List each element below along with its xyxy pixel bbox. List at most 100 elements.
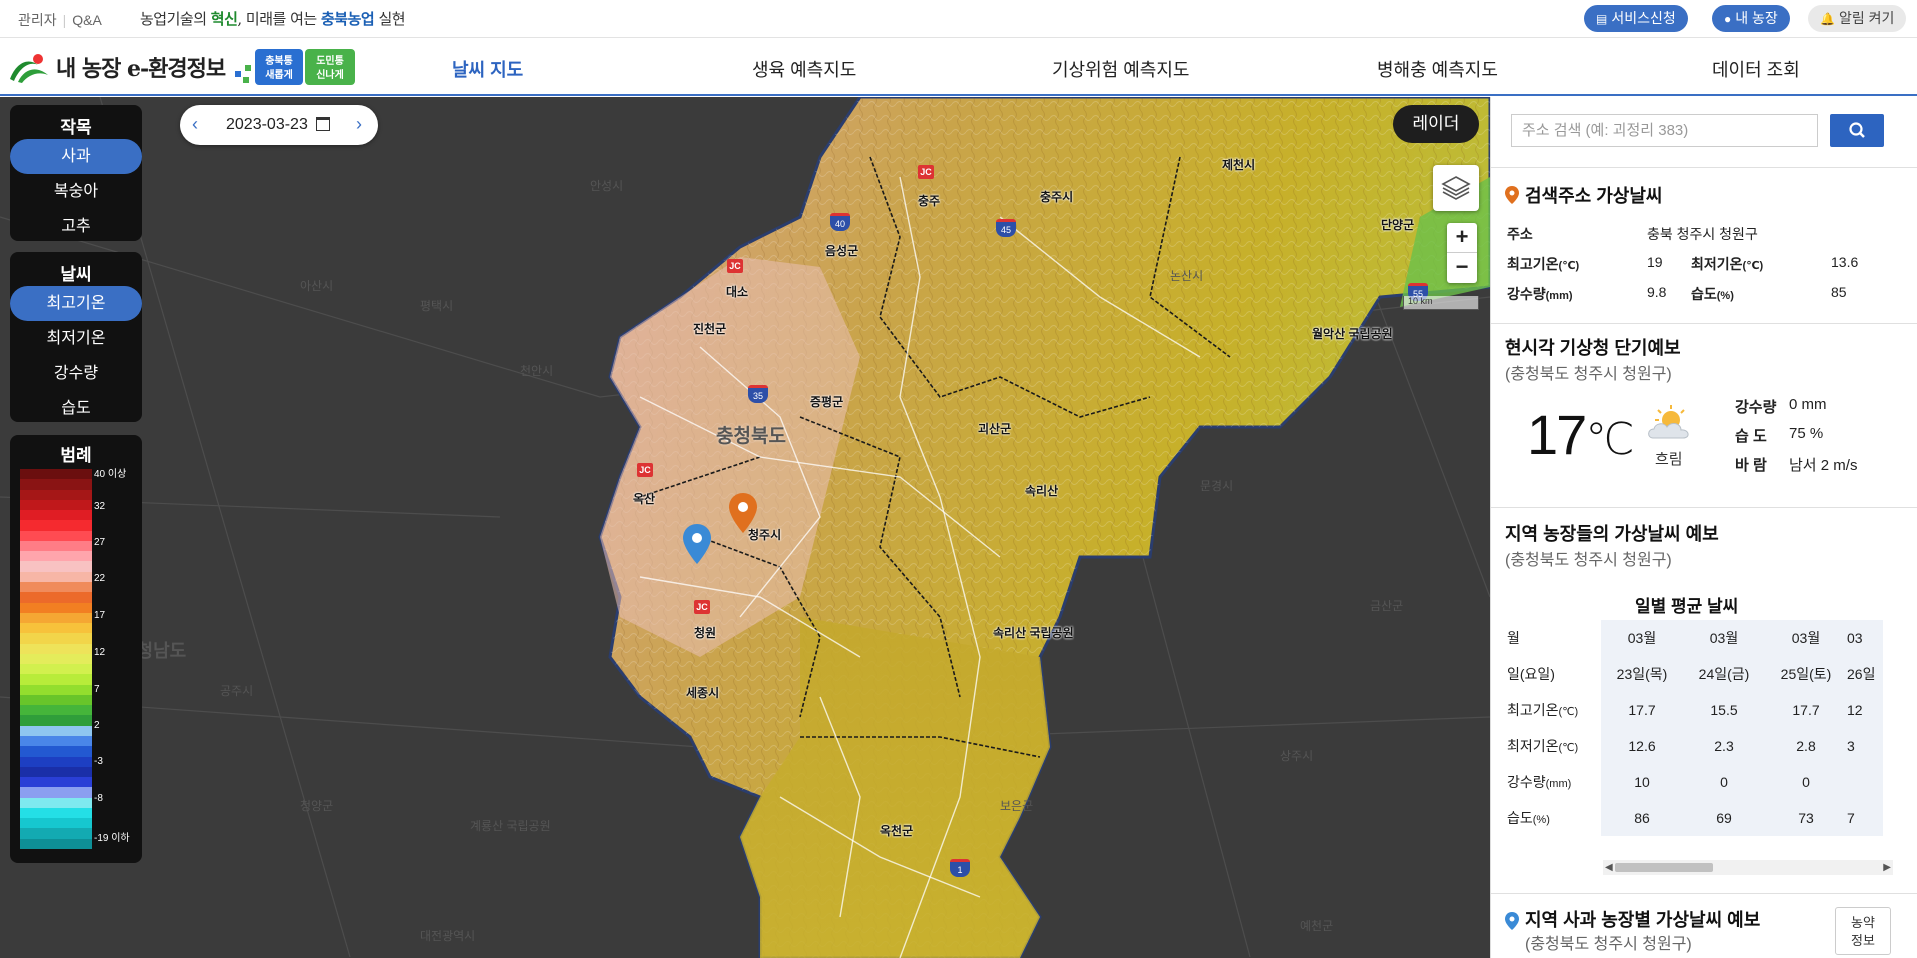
regional-forecast-subtitle: (충청북도 청주시 청원구) xyxy=(1505,552,1672,569)
place-label: 속리산 국립공원 xyxy=(993,626,1074,640)
row-header: 습도(%) xyxy=(1505,800,1601,836)
scrollbar-thumb[interactable] xyxy=(1615,863,1713,872)
forecast-rain-label: 강수량 xyxy=(1735,399,1777,416)
highway-shield-icon: 45 xyxy=(996,219,1016,237)
table-row: 월 03월 03월 03월 03 xyxy=(1505,620,1883,656)
max-temp-label: 최고기온(℃) xyxy=(1507,256,1580,272)
table-cell: 10 xyxy=(1601,764,1683,800)
legend-color-swatch xyxy=(20,602,92,614)
tab-weather-risk[interactable]: 기상위험 예측지도 xyxy=(1052,56,1189,82)
chungbuk-badge: 충북통 새롭게 도민통 신나게 xyxy=(235,47,359,87)
place-label: 제천시 xyxy=(1222,158,1256,172)
rainfall-value: 9.8 xyxy=(1647,284,1667,300)
legend-color-swatch xyxy=(20,520,92,532)
search-location-pin-icon[interactable] xyxy=(729,493,757,533)
zoom-in-button[interactable]: + xyxy=(1447,223,1477,253)
junction-marker: JC xyxy=(637,463,653,477)
weather-option-rainfall[interactable]: 강수량 xyxy=(10,356,142,391)
place-label: 세종시 xyxy=(686,686,720,700)
table-cell: 0 xyxy=(1765,764,1847,800)
forecast-wind-label: 바 람 xyxy=(1735,457,1767,474)
weather-map[interactable]: JC JC JC JC 40 45 35 1 55 제천시 충주 충주시 단양군 음성군… xyxy=(0,97,1490,958)
farm-location-pin-icon[interactable] xyxy=(683,524,711,564)
radar-layer-button[interactable]: 레이더 xyxy=(1393,105,1479,143)
place-label: 진천군 xyxy=(693,322,727,336)
rainfall-label: 강수량(mm) xyxy=(1507,286,1573,302)
alarm-toggle-button[interactable]: 🔔 알림 켜기 xyxy=(1808,5,1907,32)
farm-forecast-subtitle: (충청북도 청주시 청원구) xyxy=(1525,936,1692,953)
legend-color-swatch xyxy=(20,612,92,624)
legend-tick-label: 2 xyxy=(94,720,100,731)
cloudy-sun-icon xyxy=(1648,405,1689,439)
weather-option-max-temp[interactable]: 최고기온 xyxy=(10,286,142,321)
scroll-right-arrow-icon[interactable]: ▶ xyxy=(1883,860,1891,875)
main-header: 내 농장 e-환경정보 충북통 새롭게 도민통 신나게 날씨 지도 생육 예측지… xyxy=(0,38,1917,101)
legend-color-swatch xyxy=(20,540,92,552)
site-logo[interactable]: 내 농장 e-환경정보 충북통 새롭게 도민통 신나게 xyxy=(8,46,359,88)
forecast-wind-value: 남서 2 m/s xyxy=(1789,457,1858,474)
crop-option-pepper[interactable]: 고추 xyxy=(10,209,142,244)
place-label-outside: 상주시 xyxy=(1280,749,1314,763)
table-cell: 86 xyxy=(1601,800,1683,836)
search-icon xyxy=(1849,122,1865,138)
place-label: 증평군 xyxy=(810,395,844,409)
place-label-outside: 예천군 xyxy=(1300,919,1334,933)
place-label: 옥천군 xyxy=(880,824,914,838)
prev-date-chevron-icon[interactable]: ‹ xyxy=(192,114,198,135)
table-cell: 2.3 xyxy=(1683,728,1765,764)
weather-option-humidity[interactable]: 습도 xyxy=(10,391,142,426)
calendar-icon[interactable] xyxy=(316,117,330,131)
form-icon: ▤ xyxy=(1596,12,1608,26)
legend-color-swatch xyxy=(20,746,92,758)
crop-option-peach[interactable]: 복숭아 xyxy=(10,174,142,209)
address-value: 충북 청주시 청원구 xyxy=(1647,226,1758,242)
zoom-control: + − xyxy=(1447,223,1477,283)
legend-tick-label: 27 xyxy=(94,537,106,548)
info-panel: 검색주소 가상날씨 주소 충북 청주시 청원구 최고기온(℃) 19 최저기온(… xyxy=(1490,97,1917,958)
my-farm-button[interactable]: ● 내 농장 xyxy=(1712,5,1790,32)
slogan: 농업기술의 혁신, 미래를 여는 충북농업 실현 xyxy=(140,10,406,28)
zoom-out-button[interactable]: − xyxy=(1447,253,1477,283)
admin-link[interactable]: 관리자 xyxy=(18,12,57,28)
legend-color-swatch xyxy=(20,828,92,840)
legend-tick-label: 12 xyxy=(94,647,106,658)
next-date-chevron-icon[interactable]: › xyxy=(356,114,362,135)
table-cell: 3 xyxy=(1847,728,1883,764)
qa-link[interactable]: Q&A xyxy=(72,12,102,28)
layers-stack-icon[interactable] xyxy=(1433,165,1479,211)
table-cell: 12.6 xyxy=(1601,728,1683,764)
utility-links: 관리자 | Q&A xyxy=(18,12,102,28)
province-label: 충청북도 xyxy=(716,426,786,447)
svg-text:새롭게: 새롭게 xyxy=(265,68,293,81)
weather-option-min-temp[interactable]: 최저기온 xyxy=(10,321,142,356)
bell-icon: 🔔 xyxy=(1820,12,1835,26)
address-search-input[interactable] xyxy=(1511,114,1818,147)
tab-data-query[interactable]: 데이터 조회 xyxy=(1712,56,1800,82)
legend-color-swatch xyxy=(20,715,92,727)
date-value[interactable]: 2023-03-23 xyxy=(226,116,308,134)
place-label: 충주시 xyxy=(1040,190,1074,204)
tab-pest-forecast[interactable]: 병해충 예측지도 xyxy=(1377,56,1498,82)
tab-growth-forecast[interactable]: 생육 예측지도 xyxy=(752,56,856,82)
search-button[interactable] xyxy=(1830,114,1884,147)
table-cell: 12 xyxy=(1847,692,1883,728)
table-horizontal-scrollbar[interactable]: ◀ ▶ xyxy=(1603,860,1893,875)
pesticide-info-button[interactable]: 농약 정보 xyxy=(1835,907,1891,955)
legend-color-swatch xyxy=(20,684,92,696)
legend-color-swatch xyxy=(20,489,92,501)
crop-option-apple[interactable]: 사과 xyxy=(10,139,142,174)
tab-weather-map[interactable]: 날씨 지도 xyxy=(452,56,524,101)
current-temperature: 17℃ xyxy=(1527,403,1635,466)
service-request-button[interactable]: ▤ 서비스신청 xyxy=(1584,5,1688,32)
legend-tick-label: -3 xyxy=(94,756,103,767)
scroll-left-arrow-icon[interactable]: ◀ xyxy=(1605,860,1613,875)
table-cell: 15.5 xyxy=(1683,692,1765,728)
legend-tick-label: -19 이하 xyxy=(94,833,130,844)
table-cell: 03월 xyxy=(1601,620,1683,656)
place-label-outside: 평택시 xyxy=(420,299,454,313)
legend-color-swatch xyxy=(20,787,92,799)
orange-pin-icon xyxy=(1505,186,1519,204)
sky-condition: 흐림 xyxy=(1655,451,1683,468)
legend-color-swatch xyxy=(20,510,92,521)
place-label-outside: 천안시 xyxy=(520,364,554,378)
